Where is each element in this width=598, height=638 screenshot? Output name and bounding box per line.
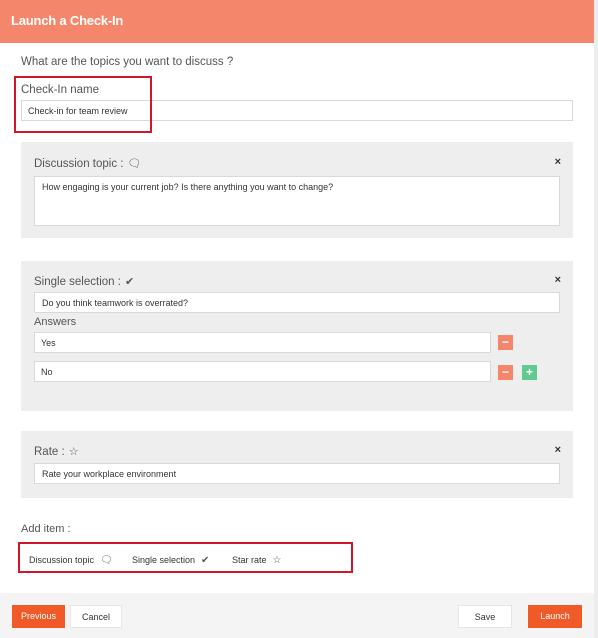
rate-title: Rate : ☆: [34, 446, 79, 458]
remove-answer-button[interactable]: −: [498, 365, 513, 380]
answers-label: Answers: [34, 316, 77, 328]
discussion-topic-card: Discussion topic : 🗨 × How engaging is yo…: [21, 142, 573, 238]
answer-input-yes[interactable]: Yes: [34, 332, 491, 353]
save-button[interactable]: Save: [458, 605, 512, 628]
close-discussion-button[interactable]: ×: [555, 156, 561, 168]
discussion-topic-textarea[interactable]: How engaging is your current job? Is the…: [34, 176, 560, 226]
previous-button[interactable]: Previous: [12, 605, 65, 628]
add-item-label: Add item :: [21, 523, 71, 535]
topics-question: What are the topics you want to discuss …: [21, 56, 234, 68]
cancel-button[interactable]: Cancel: [70, 605, 122, 628]
chat-bubble-icon: 🗨: [100, 555, 113, 566]
rate-question-input[interactable]: Rate your workplace environment: [34, 463, 560, 484]
single-selection-question-input[interactable]: Do you think teamwork is overrated?: [34, 292, 560, 313]
modal-header: Launch a Check-In: [0, 0, 594, 43]
star-icon: ☆: [272, 555, 282, 566]
remove-answer-button[interactable]: −: [498, 335, 513, 350]
modal-title: Launch a Check-In: [11, 13, 124, 28]
highlight-box-name: [14, 76, 152, 133]
single-selection-card: Single selection : ✔ × Do you think teamw…: [21, 261, 573, 411]
answer-input-no[interactable]: No: [34, 361, 491, 382]
rate-card: Rate : ☆ × Rate your workplace environmen…: [21, 431, 573, 498]
add-single-selection-button[interactable]: Single selection ✔: [132, 555, 209, 566]
add-discussion-topic-button[interactable]: Discussion topic 🗨: [29, 555, 113, 566]
check-icon: ✔: [124, 276, 135, 288]
launch-button[interactable]: Launch: [528, 605, 582, 628]
scrollbar[interactable]: [594, 0, 598, 638]
close-rate-button[interactable]: ×: [555, 444, 561, 456]
close-single-selection-button[interactable]: ×: [555, 274, 561, 286]
star-icon: ☆: [68, 446, 79, 458]
add-star-rate-button[interactable]: Star rate ☆: [232, 555, 281, 566]
modal-body: What are the topics you want to discuss …: [0, 43, 594, 593]
check-icon: ✔: [201, 555, 210, 566]
discussion-topic-title: Discussion topic : 🗨: [34, 158, 142, 170]
single-selection-title: Single selection : ✔: [34, 276, 135, 288]
add-answer-button[interactable]: +: [522, 365, 537, 380]
modal-footer: Previous Cancel Save Launch: [0, 593, 594, 638]
chat-bubble-icon: 🗨: [127, 158, 142, 170]
